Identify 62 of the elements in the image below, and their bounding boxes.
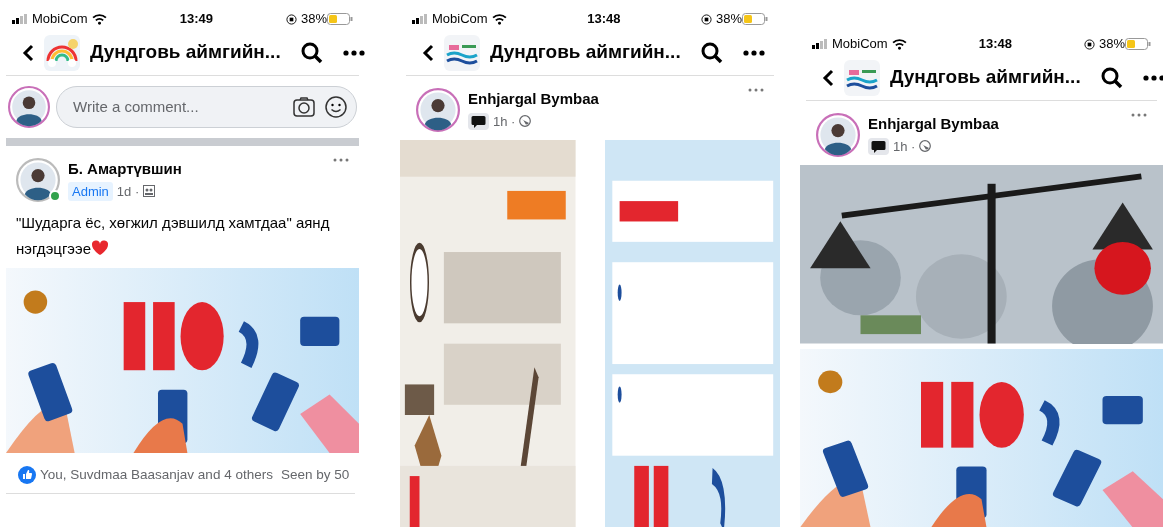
- post-time: 1h ·: [893, 137, 916, 156]
- group-icon: [143, 185, 156, 198]
- wifi-icon: [491, 13, 507, 25]
- battery-percent: 38%: [300, 10, 327, 29]
- globe-icon: [919, 140, 932, 153]
- search-icon[interactable]: [1100, 66, 1123, 89]
- author-name[interactable]: Enhjargal Bymbaa: [868, 113, 1123, 136]
- user-avatar: [8, 86, 50, 128]
- status-time: 13:49: [179, 10, 213, 29]
- like-icon: [18, 466, 36, 485]
- more-icon[interactable]: [1142, 74, 1163, 81]
- post-time: 1d ·: [116, 182, 140, 201]
- orientation-lock-icon: [700, 13, 712, 25]
- post-time: 1h ·: [493, 112, 516, 131]
- battery-icon: [327, 13, 353, 25]
- status-time: 13:48: [587, 10, 621, 29]
- role-badge: Admin: [68, 181, 113, 201]
- author-name[interactable]: Enhjargal Bymbaa: [468, 88, 740, 111]
- page-title: Дундговь аймгийн...: [90, 40, 281, 65]
- post-options-icon[interactable]: [333, 158, 349, 162]
- orientation-lock-icon: [285, 13, 297, 25]
- page-title: Дундговь аймгийн...: [890, 65, 1081, 90]
- page-logo-icon: [44, 34, 80, 71]
- back-icon[interactable]: [422, 43, 434, 62]
- more-icon[interactable]: [742, 49, 765, 56]
- wifi-icon: [891, 38, 907, 50]
- author-avatar: [816, 113, 860, 157]
- signal-icon: [12, 14, 28, 24]
- post-text: "Шударга ёс, хөгжил дэвшилд хамтдаа" аянд нэгдэцгээе: [15, 213, 331, 259]
- seen-count[interactable]: Seen by 50: [272, 465, 350, 486]
- carrier-name: MobiCom: [832, 35, 888, 54]
- comment-field[interactable]: Write a comment...: [71, 94, 284, 120]
- reaction-summary[interactable]: You, Suvdmaa Baasanjav and 4 others: [40, 465, 273, 486]
- comment-box[interactable]: Write a comment...: [56, 86, 357, 128]
- search-icon[interactable]: [700, 41, 723, 64]
- battery-icon: [1125, 38, 1151, 50]
- more-icon[interactable]: [342, 49, 365, 56]
- page-logo-icon: [844, 59, 880, 96]
- carrier-name: MobiCom: [432, 10, 488, 29]
- back-icon[interactable]: [22, 43, 34, 62]
- page-title: Дундговь аймгийн...: [490, 40, 681, 65]
- author-name[interactable]: Б. Амартүвшин: [68, 158, 325, 181]
- author-avatar: [16, 158, 60, 202]
- emoji-icon[interactable]: [324, 95, 348, 119]
- back-icon[interactable]: [822, 68, 834, 87]
- page-logo-icon: [444, 34, 480, 71]
- carrier-name: MobiCom: [32, 10, 88, 29]
- orientation-lock-icon: [1083, 38, 1095, 50]
- status-time: 13:48: [978, 35, 1012, 54]
- wifi-icon: [91, 13, 107, 25]
- search-icon[interactable]: [300, 41, 323, 64]
- globe-icon: [519, 115, 532, 128]
- author-avatar: [416, 88, 460, 132]
- battery-icon: [742, 13, 768, 25]
- battery-percent: 38%: [1098, 35, 1125, 54]
- post-options-icon[interactable]: [748, 88, 764, 92]
- signal-icon: [812, 39, 828, 49]
- camera-icon[interactable]: [292, 95, 316, 119]
- post-options-icon[interactable]: [1131, 113, 1147, 117]
- battery-percent: 38%: [715, 10, 742, 29]
- heart-icon: [91, 240, 110, 256]
- signal-icon: [412, 14, 428, 24]
